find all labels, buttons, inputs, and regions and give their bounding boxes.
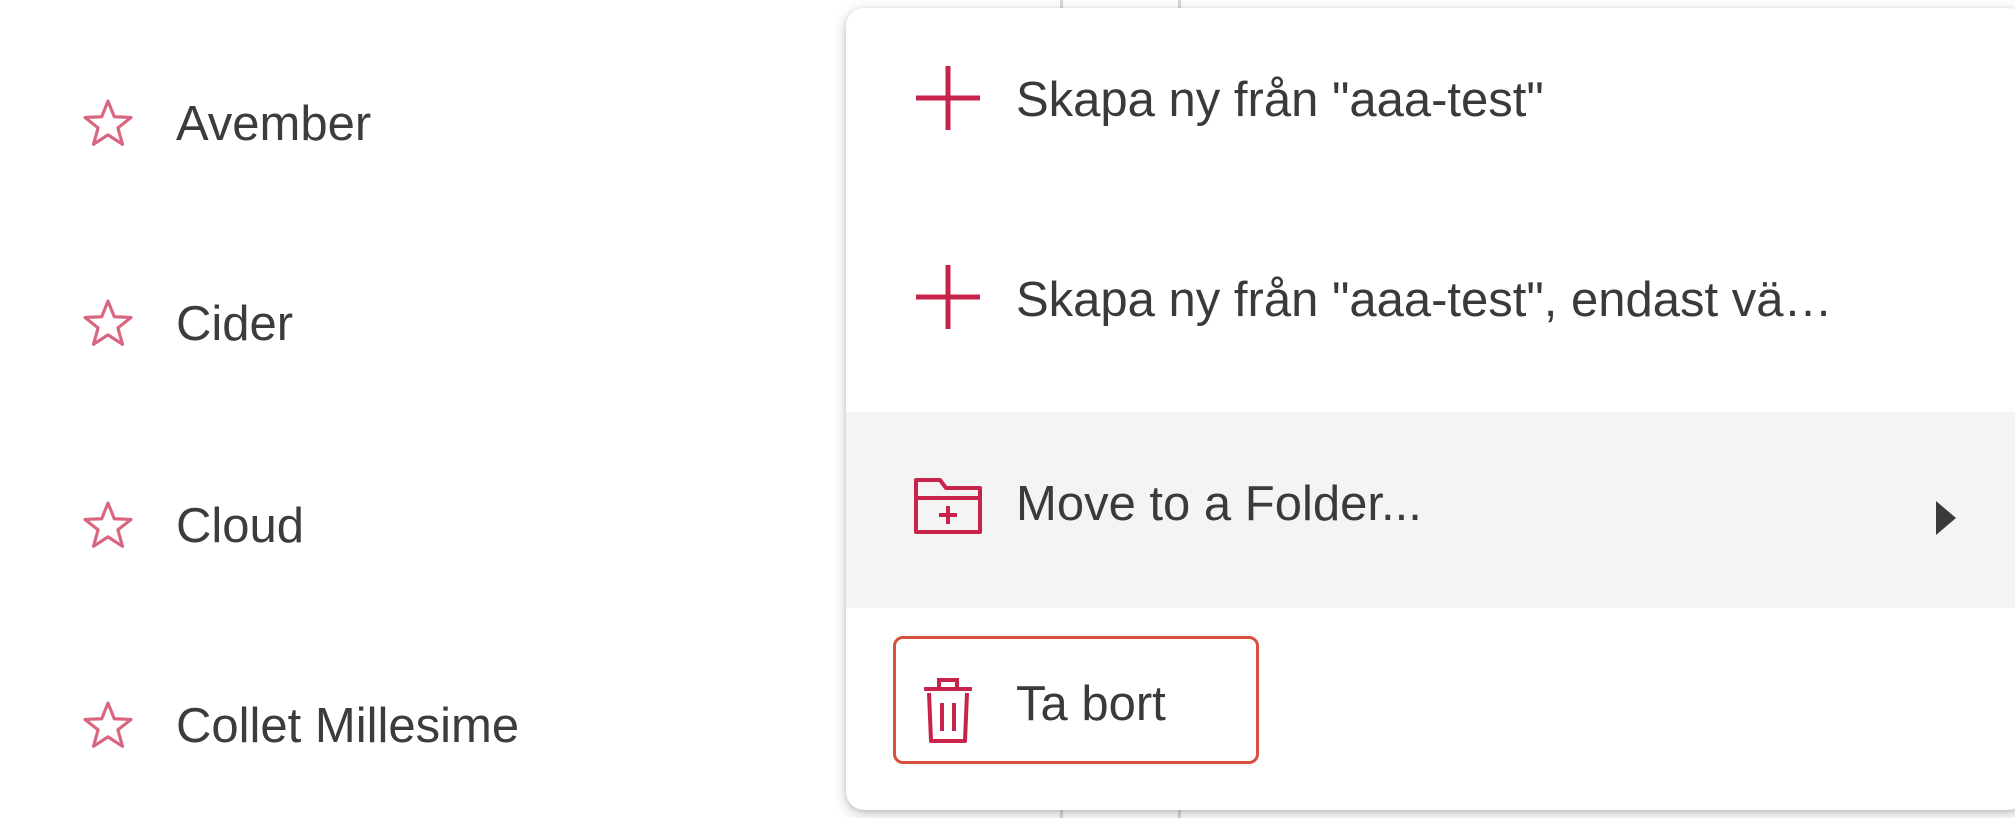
menu-item-label: Skapa ny från "aaa-test", endast vä… bbox=[1016, 273, 1833, 327]
menu-item-label: Skapa ny från "aaa-test" bbox=[1016, 73, 1544, 127]
star-outline-icon[interactable] bbox=[78, 496, 138, 556]
menu-item-create-new-only[interactable]: Skapa ny från "aaa-test", endast vä… bbox=[846, 208, 2015, 404]
star-outline-icon[interactable] bbox=[78, 94, 138, 154]
plus-icon bbox=[910, 60, 986, 136]
menu-item-label: Move to a Folder... bbox=[1016, 477, 1422, 531]
app-screen: Avember Cider Cloud Collet Millesime Ska… bbox=[0, 0, 2015, 818]
star-outline-icon[interactable] bbox=[78, 294, 138, 354]
list-item-label: Collet Millesime bbox=[176, 698, 520, 753]
list-item-label: Avember bbox=[176, 96, 372, 151]
caret-right-icon bbox=[1926, 498, 1966, 538]
focus-outline bbox=[893, 636, 1259, 764]
menu-item-move-to-folder[interactable]: Move to a Folder... bbox=[846, 412, 2015, 608]
list-item-cloud[interactable]: Cloud bbox=[0, 466, 820, 586]
list-item-cider[interactable]: Cider bbox=[0, 264, 820, 384]
menu-item-create-new[interactable]: Skapa ny från "aaa-test" bbox=[846, 8, 2015, 204]
context-menu: Skapa ny från "aaa-test" Skapa ny från "… bbox=[846, 8, 2015, 810]
folder-plus-icon bbox=[910, 468, 986, 544]
list-item-avember[interactable]: Avember bbox=[0, 64, 820, 184]
plus-icon bbox=[910, 259, 986, 335]
star-outline-icon[interactable] bbox=[78, 696, 138, 756]
list-item-label: Cloud bbox=[176, 498, 305, 553]
list-item-collet-millesime[interactable]: Collet Millesime bbox=[0, 666, 820, 786]
list-item-label: Cider bbox=[176, 296, 294, 351]
favorites-list: Avember Cider Cloud Collet Millesime bbox=[0, 0, 840, 818]
